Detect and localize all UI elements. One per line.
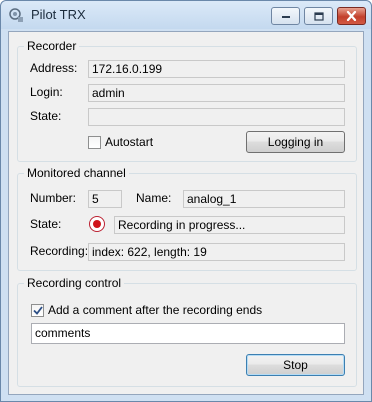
login-label: Login: <box>30 85 63 99</box>
logging-in-button[interactable]: Logging in <box>246 131 345 153</box>
client-area: Recorder Address: 172.16.0.199 Login: ad… <box>8 31 364 395</box>
recorder-group: Recorder Address: 172.16.0.199 Login: ad… <box>17 39 357 162</box>
recording-label: Recording: <box>30 244 89 258</box>
comment-input[interactable]: comments <box>31 323 345 344</box>
title-bar[interactable]: Pilot TRX <box>1 1 371 29</box>
stop-button[interactable]: Stop <box>246 354 345 376</box>
monitored-group-title: Monitored channel <box>24 166 129 180</box>
name-label: Name: <box>136 191 172 205</box>
autostart-label[interactable]: Autostart <box>105 135 153 149</box>
channel-state-label: State: <box>30 217 62 231</box>
recorder-state-label: State: <box>30 109 62 123</box>
app-window: Pilot TRX Recorder Address: 172.16.0.199… <box>0 0 372 402</box>
recorder-state-field <box>88 108 345 126</box>
login-field: admin <box>88 84 345 102</box>
recording-control-title: Recording control <box>24 276 125 290</box>
checkmark-icon <box>32 306 43 315</box>
recording-control-group: Recording control Add a comment after th… <box>17 276 357 387</box>
channel-state-field: Recording in progress... <box>114 216 345 234</box>
minimize-icon <box>281 16 290 18</box>
window-title: Pilot TRX <box>31 7 86 22</box>
address-field: 172.16.0.199 <box>88 60 345 78</box>
maximize-button[interactable] <box>304 7 333 25</box>
close-button[interactable] <box>337 7 366 25</box>
add-comment-checkbox[interactable] <box>31 304 44 317</box>
address-label: Address: <box>30 61 78 75</box>
minimize-button[interactable] <box>271 7 300 25</box>
number-label: Number: <box>30 191 77 205</box>
number-field: 5 <box>88 190 122 208</box>
close-icon <box>346 11 357 21</box>
autostart-checkbox[interactable] <box>88 136 101 149</box>
recorder-group-title: Recorder <box>24 39 80 53</box>
name-field: analog_1 <box>183 190 345 208</box>
recording-field: index: 622, length: 19 <box>88 243 345 261</box>
record-icon <box>89 216 105 232</box>
app-icon <box>9 8 23 22</box>
maximize-icon <box>313 11 324 21</box>
monitored-channel-group: Monitored channel Number: 5 Name: analog… <box>17 166 357 271</box>
add-comment-label[interactable]: Add a comment after the recording ends <box>48 303 262 317</box>
